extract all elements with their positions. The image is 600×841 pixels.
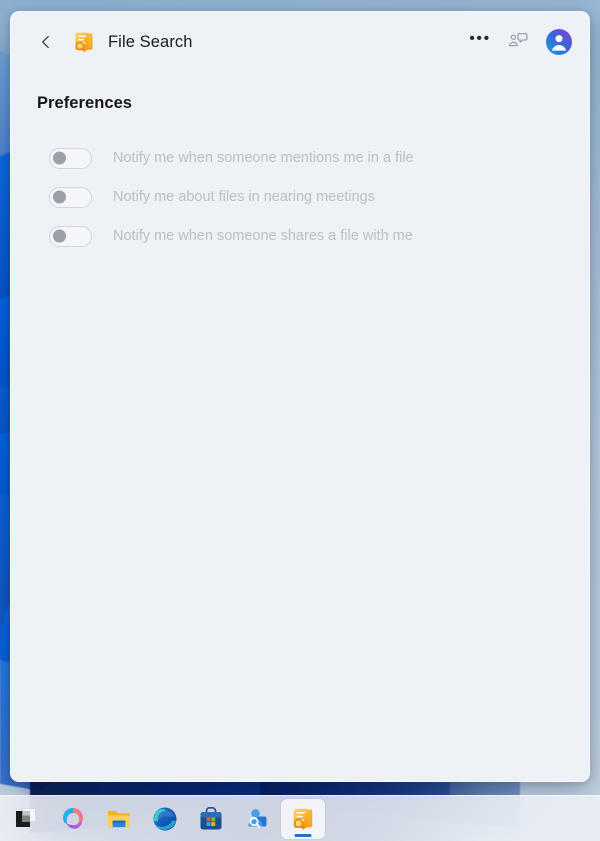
file-search-app-icon [72,30,96,54]
preference-row-mentions: Notify me when someone mentions me in a … [37,139,563,177]
taskbar [0,795,600,841]
toggle-notify-file-shared[interactable] [49,225,92,247]
store-button[interactable] [189,799,233,839]
edge-button[interactable] [143,799,187,839]
preference-label: Notify me when someone mentions me in a … [113,150,414,166]
feedback-button[interactable] [503,27,533,57]
feedback-person-chat-icon [508,32,528,47]
microsoft-edge-icon [153,807,177,830]
microsoft-store-icon [200,806,222,829]
running-indicator [294,833,312,837]
toggle-knob [53,190,66,204]
page-title: Preferences [37,94,133,112]
window-content: Preferences Notify me when someone menti… [11,72,589,781]
toggle-notify-mentions[interactable] [49,147,92,169]
people-search-button[interactable] [235,799,279,839]
file-search-app-icon [293,808,313,829]
more-options-icon: ••• [469,30,491,47]
account-avatar-icon [546,29,572,55]
toggle-knob [53,151,66,165]
window-title: File Search [108,32,193,51]
preference-row-shares: Notify me when someone shares a file wit… [37,217,563,255]
preferences-list: Notify me when someone mentions me in a … [37,139,563,256]
file-search-button[interactable] [281,798,325,839]
file-explorer-button[interactable] [97,799,141,839]
back-button[interactable] [33,29,59,55]
account-avatar-button[interactable] [543,26,575,58]
windows-start-icon [16,807,36,827]
preference-row-meetings: Notify me about files in nearing meeting… [37,178,563,216]
file-explorer-icon [108,810,130,827]
copilot-button[interactable] [51,799,95,839]
start-button[interactable] [5,799,49,839]
people-search-icon [248,808,267,827]
desktop: File Search ••• Preferences Notify me wh… [0,0,600,841]
toggle-notify-nearing-meetings[interactable] [49,186,92,208]
copilot-icon [63,807,83,829]
window-title-bar: File Search ••• [11,12,589,72]
preference-label: Notify me about files in nearing meeting… [113,189,375,205]
chevron-left-icon [42,35,49,49]
preference-label: Notify me when someone shares a file wit… [113,228,413,244]
file-search-window: File Search ••• Preferences Notify me wh… [10,11,590,782]
toggle-knob [53,229,66,243]
more-options-button[interactable]: ••• [465,24,495,60]
